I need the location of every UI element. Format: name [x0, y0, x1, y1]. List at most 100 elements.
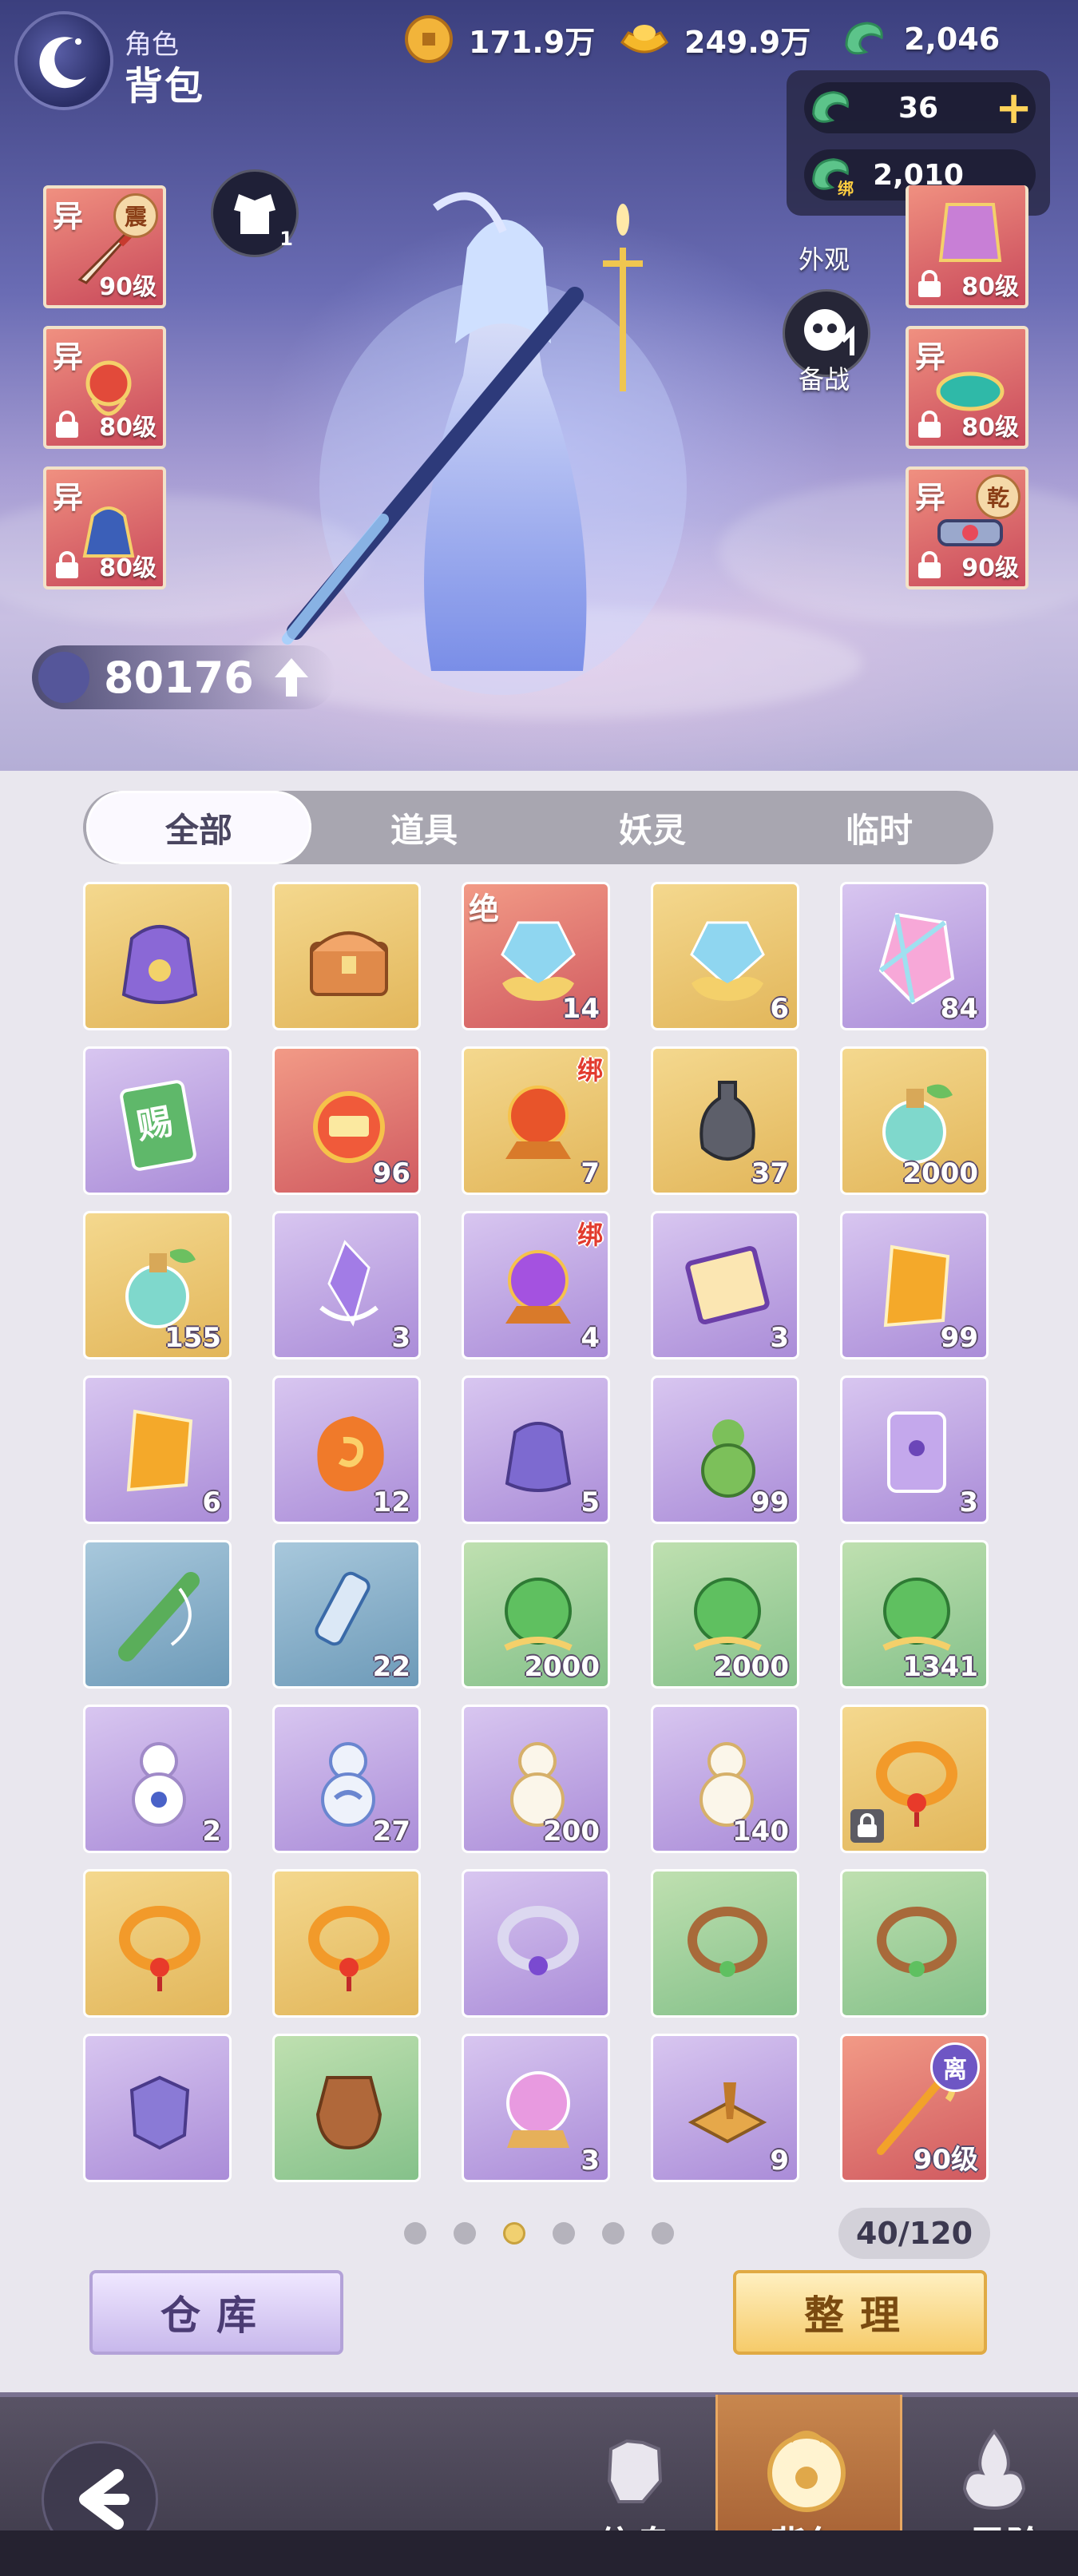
item-count: 3 [770, 1322, 789, 1354]
jade-value: 2,046 [904, 22, 1001, 57]
bag-item-slot[interactable] [272, 2034, 421, 2182]
warehouse-button[interactable]: 仓库 [89, 2270, 343, 2355]
gold-necklace-icon [119, 1906, 200, 1991]
equip-slot-boots[interactable]: 异 80级 [43, 466, 166, 589]
lock-icon [918, 270, 941, 297]
equip-slot-robe[interactable]: 80级 [906, 185, 1028, 308]
add-jade-button[interactable]: + [995, 82, 1032, 134]
bag-item-slot[interactable] [83, 1540, 232, 1689]
amber-stone-icon [126, 1409, 193, 1492]
item-count: 27 [372, 1816, 410, 1848]
page-dot[interactable] [404, 2222, 426, 2245]
bag-item-slot[interactable] [840, 1869, 989, 2018]
item-count: 7 [581, 1157, 600, 1189]
item-count: 155 [164, 1322, 221, 1354]
bag-item-slot[interactable] [83, 2034, 232, 2182]
slot-level: 90级 [961, 554, 1019, 582]
item-count: 1341 [902, 1651, 978, 1683]
bag-item-slot[interactable]: 3 [651, 1211, 799, 1359]
bag-item-slot[interactable]: 9 [651, 2034, 799, 2182]
bag-item-slot[interactable] [272, 882, 421, 1030]
bag-item-slot[interactable]: 200 [462, 1705, 610, 1853]
bag-item-slot[interactable]: 5 [462, 1375, 610, 1524]
item-count: 3 [959, 1486, 978, 1518]
equip-slot-weapon[interactable]: 异 震 90级 [43, 185, 166, 308]
tab-spirits[interactable]: 妖灵 [540, 791, 765, 864]
vine-necklace-icon [877, 1907, 957, 1977]
bamboo-flute-icon [118, 1572, 200, 1661]
bag-item-slot[interactable] [840, 1705, 989, 1853]
bag-item-slot[interactable] [83, 882, 232, 1030]
bag-item-slot[interactable]: 绑7 [462, 1046, 610, 1195]
moon-emblem-icon [18, 14, 110, 107]
page-dot[interactable] [454, 2222, 476, 2245]
bag-item-slot[interactable] [462, 1869, 610, 2018]
bag-item-slot[interactable]: 84 [840, 882, 989, 1030]
tab-all[interactable]: 全部 [86, 791, 311, 864]
bag-item-slot[interactable] [83, 1869, 232, 2018]
resource-coin[interactable]: 171.9万 [403, 11, 595, 67]
wooden-box-icon [688, 2082, 767, 2144]
bound-tag: 绑 [577, 1055, 603, 1086]
armor-set-button[interactable]: 1 [211, 169, 299, 257]
item-count: 2000 [713, 1651, 789, 1683]
bag-item-slot[interactable]: 2000 [651, 1540, 799, 1689]
page-dot[interactable] [553, 2222, 575, 2245]
slot-tag: 异 [915, 480, 946, 515]
bag-item-slot[interactable]: 22 [272, 1540, 421, 1689]
item-count: 2000 [524, 1651, 600, 1683]
bag-item-slot[interactable]: 96 [272, 1046, 421, 1195]
bag-item-slot[interactable]: 1341 [840, 1540, 989, 1689]
bag-item-slot[interactable] [272, 1869, 421, 2018]
fist-icon [607, 2439, 663, 2503]
combat-power: 80176 [32, 645, 335, 709]
bag-item-slot[interactable] [651, 1869, 799, 2018]
tab-props[interactable]: 道具 [311, 791, 537, 864]
item-count: 200 [543, 1816, 600, 1848]
item-count: 12 [372, 1486, 410, 1518]
appearance-label[interactable]: 外观 [799, 240, 850, 276]
bag-item-slot[interactable]: 6 [83, 1375, 232, 1524]
resource-jade[interactable]: 2,046 [838, 11, 1000, 67]
bag-item-slot[interactable]: 3 [462, 2034, 610, 2182]
item-count: 2000 [902, 1157, 978, 1189]
item-count: 99 [940, 1322, 978, 1354]
bag-item-slot[interactable]: 155 [83, 1211, 232, 1359]
tab-temporary[interactable]: 临时 [767, 791, 992, 864]
sort-button[interactable]: 整理 [733, 2270, 987, 2355]
resource-gold-ingot[interactable]: 249.9万 [619, 11, 810, 67]
bag-item-slot[interactable]: 2 [83, 1705, 232, 1853]
character-figure [282, 192, 687, 695]
bag-item-slot[interactable]: 37 [651, 1046, 799, 1195]
bag-item-slot[interactable]: 2000 [840, 1046, 989, 1195]
bag-item-slot[interactable]: 绝 14 [462, 882, 610, 1030]
page-title: 背包 [125, 64, 205, 109]
bag-item-slot[interactable]: 12 [272, 1375, 421, 1524]
upgrade-arrow-icon[interactable] [271, 655, 311, 700]
item-count: 6 [202, 1486, 221, 1518]
clay-jar-icon [315, 2076, 382, 2150]
equip-slot-bracer[interactable]: 异 80级 [906, 326, 1028, 449]
bag-item-slot[interactable]: 140 [651, 1705, 799, 1853]
bag-item-slot[interactable]: 6 [651, 882, 799, 1030]
page-dot[interactable] [652, 2222, 674, 2245]
page-dot[interactable] [602, 2222, 624, 2245]
bag-item-slot[interactable]: 离 90级 [840, 2034, 989, 2182]
bag-item-slot[interactable]: 27 [272, 1705, 421, 1853]
lock-icon [918, 411, 941, 438]
bag-item-slot[interactable]: 绑4 [462, 1211, 610, 1359]
bag-item-slot[interactable]: 3 [272, 1211, 421, 1359]
bag-item-slot[interactable]: 99 [651, 1375, 799, 1524]
equip-slot-belt[interactable]: 异 乾 90级 [906, 466, 1028, 589]
coin-value: 171.9万 [469, 24, 596, 60]
bag-item-slot[interactable]: 2000 [462, 1540, 610, 1689]
bag-item-slot[interactable]: 99 [840, 1211, 989, 1359]
page-dot-current[interactable] [503, 2222, 525, 2245]
equip-slot-accessory[interactable]: 异 80级 [43, 326, 166, 449]
bag-item-slot[interactable]: 3 [840, 1375, 989, 1524]
bag-item-slot[interactable]: 赐 [83, 1046, 232, 1195]
slot-level: 80级 [99, 414, 157, 442]
item-count: 96 [372, 1157, 410, 1189]
slot-tag: 异 [53, 339, 84, 375]
item-count: 5 [581, 1486, 600, 1518]
